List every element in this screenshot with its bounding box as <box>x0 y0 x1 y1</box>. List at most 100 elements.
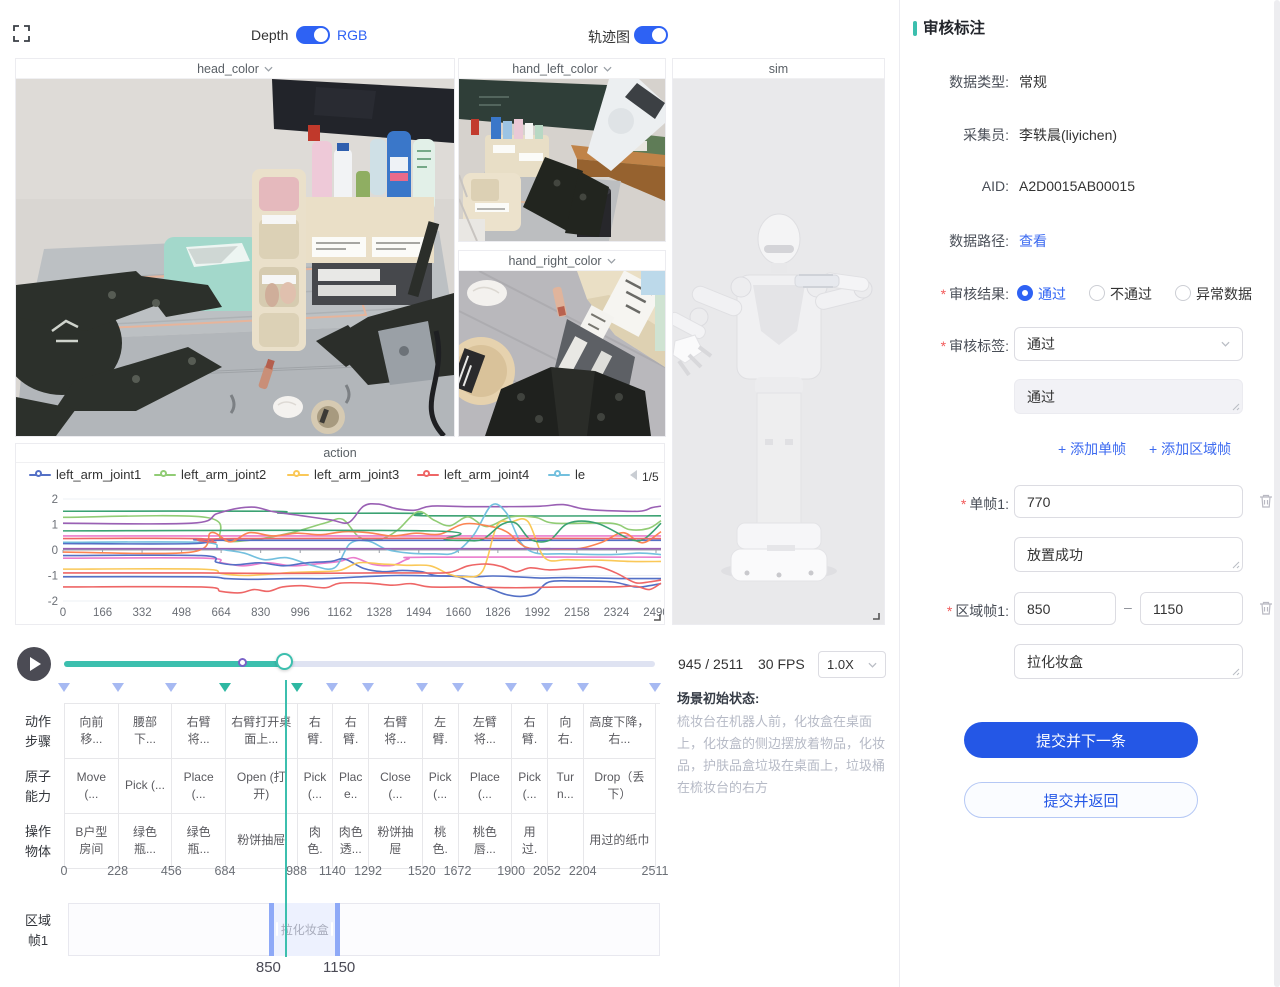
data-path-link[interactable]: 查看 <box>1019 231 1047 251</box>
review-result-label: *审核结果: <box>909 284 1009 304</box>
svg-text:-2: -2 <box>48 596 58 608</box>
depth-rgb-toggle[interactable] <box>296 26 330 44</box>
step-cell-action: 右臂. <box>333 704 369 759</box>
hand-left-camera-image <box>459 79 665 241</box>
slider-handle[interactable] <box>276 653 293 670</box>
legend-marker-icon <box>287 470 309 480</box>
svg-text:1826: 1826 <box>485 607 511 619</box>
region-right-grip <box>331 922 333 936</box>
step-cell-skill: Place (... <box>172 759 226 814</box>
legend-marker-icon <box>548 470 570 480</box>
legend-marker-icon <box>417 470 439 480</box>
region-selection[interactable]: 拉化妆盒 <box>269 903 340 956</box>
frame-axis-label: 0 <box>61 864 68 878</box>
delete-single-frame-icon[interactable] <box>1258 493 1274 509</box>
region-selection-label: 拉化妆盒 <box>281 921 329 938</box>
annotation-review-app: Depth RGB 轨迹图 head_color <box>0 0 1280 987</box>
frame-axis-label: 456 <box>161 864 182 878</box>
sim-panel: sim <box>672 58 885 625</box>
submit-next-button[interactable]: 提交并下一条 <box>964 722 1198 758</box>
step-cell-object: 绿色瓶... <box>172 814 226 869</box>
range-dash: – <box>1124 599 1132 615</box>
action-chart-title: action <box>16 444 664 463</box>
add-region-frame-link[interactable]: + 添加区域帧 <box>1149 439 1231 459</box>
sim-title: sim <box>673 59 884 79</box>
resize-grip-icon <box>1232 668 1240 676</box>
svg-text:664: 664 <box>212 607 232 619</box>
frame-axis-label: 1292 <box>354 864 382 878</box>
svg-text:-1: -1 <box>48 571 58 583</box>
required-mark: * <box>941 338 946 354</box>
hand-left-camera-selector[interactable]: hand_left_color <box>459 59 665 79</box>
step-cell-action: 向右. <box>548 704 584 759</box>
region-frame-note[interactable]: 拉化妆盒 <box>1014 644 1243 679</box>
radio-不通过[interactable] <box>1089 285 1105 301</box>
segment-marker <box>505 683 517 692</box>
action-chart-plot: 210-1-2016633249866483099611621328149416… <box>16 488 665 624</box>
radio-label-通过[interactable]: 通过 <box>1038 284 1066 304</box>
legend-item-le[interactable]: le <box>548 467 585 482</box>
svg-text:166: 166 <box>93 607 112 619</box>
segment-marker <box>326 683 338 692</box>
step-cell-skill: Turn... <box>548 759 584 814</box>
segment-marker <box>112 683 124 692</box>
radio-异常数据[interactable] <box>1175 285 1191 301</box>
frame-axis-label: 2204 <box>569 864 597 878</box>
frame-axis-label: 1900 <box>497 864 525 878</box>
review-tag-select[interactable]: 通过 <box>1014 327 1243 361</box>
step-cell-object: B户型房间 <box>65 814 119 869</box>
radio-通过[interactable] <box>1017 285 1033 301</box>
step-cell-action: 左臂将... <box>459 704 513 759</box>
legend-prev-icon[interactable] <box>629 469 638 481</box>
step-cell-skill: Pick (... <box>298 759 334 814</box>
segment-marker <box>416 683 428 692</box>
legend-item-left_arm_joint3[interactable]: left_arm_joint3 <box>287 467 399 482</box>
chevron-down-icon <box>868 662 877 668</box>
required-mark: * <box>961 496 966 512</box>
single-frame-note[interactable]: 放置成功 <box>1014 537 1243 572</box>
hand-right-camera-image <box>459 271 665 436</box>
legend-marker-icon <box>154 470 176 480</box>
hand-right-camera-panel: hand_right_color <box>458 250 666 437</box>
speed-value: 1.0X <box>827 657 854 672</box>
step-cell-object: 绿色瓶... <box>119 814 173 869</box>
head-camera-panel: head_color <box>15 58 455 437</box>
play-button[interactable] <box>17 647 51 681</box>
trajectory-toggle[interactable] <box>634 26 668 44</box>
resize-grip-icon <box>1232 561 1240 569</box>
region-start-value: 850 <box>256 959 281 976</box>
region-start-input[interactable]: 850 <box>1014 592 1116 625</box>
segment-marker <box>58 683 70 692</box>
delete-region-frame-icon[interactable] <box>1258 600 1274 616</box>
segment-marker <box>165 683 177 692</box>
hand-left-camera-panel: hand_left_color <box>458 58 666 242</box>
single-frame-input[interactable]: 770 <box>1014 485 1243 518</box>
fullscreen-icon[interactable] <box>13 25 30 42</box>
region-end-value: 1150 <box>323 959 355 976</box>
radio-label-不通过[interactable]: 不通过 <box>1110 284 1152 304</box>
legend-item-left_arm_joint1[interactable]: left_arm_joint1 <box>29 467 141 482</box>
step-cell-action: 向前移... <box>65 704 119 759</box>
hand-right-camera-selector[interactable]: hand_right_color <box>459 251 665 271</box>
trajectory-label: 轨迹图 <box>588 27 630 47</box>
legend-item-left_arm_joint2[interactable]: left_arm_joint2 <box>154 467 266 482</box>
radio-label-异常数据[interactable]: 异常数据 <box>1196 284 1252 304</box>
scrollbar-thumb[interactable] <box>1274 0 1280 987</box>
speed-select[interactable]: 1.0X <box>818 651 886 678</box>
head-camera-selector[interactable]: head_color <box>16 59 454 79</box>
step-cell-object: 粉饼抽屉 <box>369 814 423 869</box>
review-tag-note[interactable]: 通过 <box>1014 379 1243 414</box>
legend-item-left_arm_joint4[interactable]: left_arm_joint4 <box>417 467 529 482</box>
add-single-frame-link[interactable]: + 添加单帧 <box>1058 439 1126 459</box>
segment-marker <box>362 683 374 692</box>
resize-handle-icon[interactable] <box>651 611 661 621</box>
segment-marker-active <box>219 683 231 692</box>
region-end-input[interactable]: 1150 <box>1140 592 1243 625</box>
submit-back-button[interactable]: 提交并返回 <box>964 782 1198 818</box>
step-row-label: 动作步骤 <box>21 712 55 751</box>
step-row-label: 操作物体 <box>21 822 55 861</box>
step-row-label: 原子能力 <box>21 767 55 806</box>
play-icon <box>30 657 41 671</box>
legend-label: left_arm_joint1 <box>56 467 141 482</box>
resize-handle-icon[interactable] <box>870 610 880 620</box>
